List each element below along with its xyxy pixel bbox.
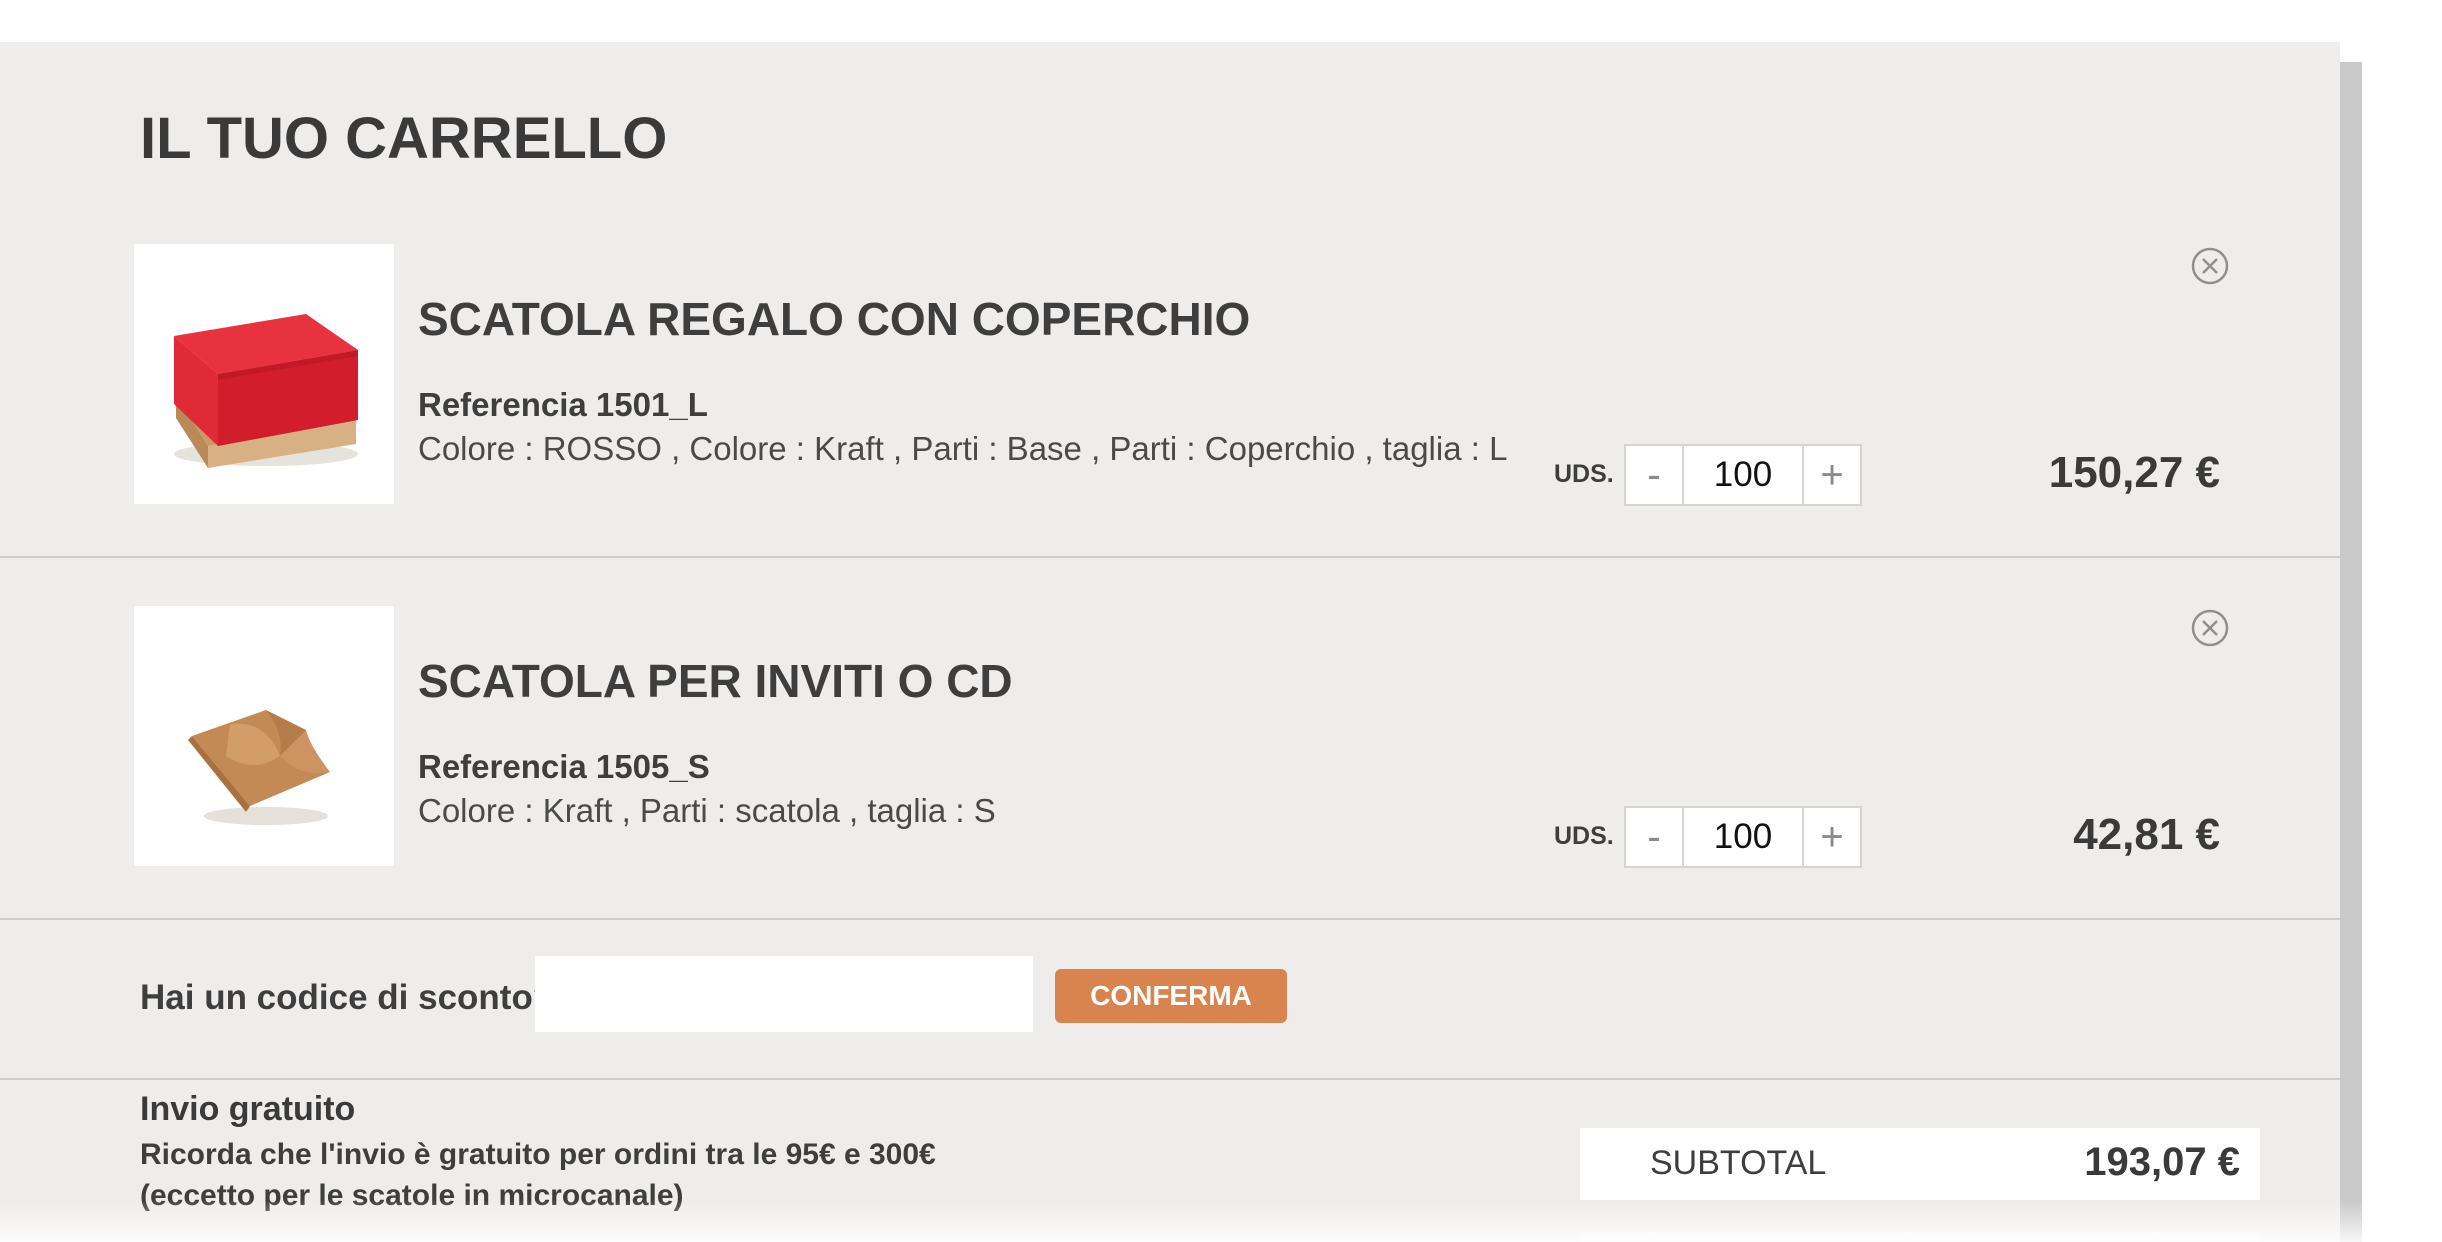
subtotal-value: 193,07 € bbox=[2084, 1140, 2240, 1184]
red-gift-box-image bbox=[174, 314, 358, 468]
product-image-red-gift-box[interactable] bbox=[134, 244, 394, 504]
free-shipping-text: Ricorda che l'invio è gratuito per ordin… bbox=[140, 1135, 936, 1216]
quantity-stepper: - + bbox=[1624, 806, 1862, 868]
remove-item-button[interactable] bbox=[2190, 246, 2230, 286]
discount-code-section: Hai un codice di sconto? CONFERMA bbox=[0, 920, 2340, 1080]
product-name[interactable]: SCATOLA REGALO CON COPERCHIO bbox=[418, 292, 1250, 346]
panel-shadow bbox=[2340, 62, 2362, 1242]
close-circle-icon bbox=[2191, 609, 2229, 647]
totals-next-row bbox=[1580, 1232, 2260, 1242]
product-image-kraft-box[interactable] bbox=[134, 606, 394, 866]
cart-item: SCATOLA REGALO CON COPERCHIO Referencia … bbox=[0, 244, 2340, 604]
free-shipping-line-1: Ricorda che l'invio è gratuito per ordin… bbox=[140, 1138, 936, 1172]
cart-panel: IL TUO CARRELLO SCATOLA REGALO CON COPER… bbox=[0, 42, 2340, 1242]
decrease-quantity-button[interactable]: - bbox=[1626, 808, 1684, 866]
discount-code-label: Hai un codice di sconto? bbox=[140, 978, 555, 1017]
product-reference: Referencia 1505_S bbox=[418, 748, 710, 785]
free-shipping-notice: Invio gratuito Ricorda che l'invio è gra… bbox=[140, 1090, 936, 1216]
quantity-unit-label: UDS. bbox=[1554, 822, 1614, 850]
close-circle-icon bbox=[2191, 247, 2229, 285]
free-shipping-title: Invio gratuito bbox=[140, 1090, 356, 1128]
item-divider bbox=[0, 556, 2340, 558]
quantity-input[interactable] bbox=[1684, 446, 1802, 504]
increase-quantity-button[interactable]: + bbox=[1802, 446, 1860, 504]
subtotal-label: SUBTOTAL bbox=[1650, 1144, 1827, 1182]
remove-item-button[interactable] bbox=[2190, 608, 2230, 648]
cart-item: SCATOLA PER INVITI O CD Referencia 1505_… bbox=[0, 606, 2340, 966]
item-price: 150,27 € bbox=[2048, 448, 2220, 497]
subtotal-box: SUBTOTAL 193,07 € bbox=[1580, 1128, 2260, 1200]
decrease-quantity-button[interactable]: - bbox=[1626, 446, 1684, 504]
kraft-box-image bbox=[188, 710, 330, 825]
product-name[interactable]: SCATOLA PER INVITI O CD bbox=[418, 654, 1013, 708]
increase-quantity-button[interactable]: + bbox=[1802, 808, 1860, 866]
product-attributes: Colore : Kraft , Parti : scatola , tagli… bbox=[418, 792, 996, 829]
product-reference: Referencia 1501_L bbox=[418, 386, 708, 423]
section-divider bbox=[0, 1078, 2340, 1080]
product-attributes: Colore : ROSSO , Colore : Kraft , Parti … bbox=[418, 430, 1508, 467]
discount-code-input[interactable] bbox=[535, 956, 1033, 1032]
free-shipping-line-2: (eccetto per le scatole in microcanale) bbox=[140, 1178, 684, 1212]
quantity-unit-label: UDS. bbox=[1554, 460, 1614, 488]
quantity-stepper: - + bbox=[1624, 444, 1862, 506]
page-title: IL TUO CARRELLO bbox=[140, 106, 668, 171]
confirm-discount-button[interactable]: CONFERMA bbox=[1055, 969, 1287, 1023]
item-price: 42,81 € bbox=[2073, 810, 2220, 859]
quantity-input[interactable] bbox=[1684, 808, 1802, 866]
